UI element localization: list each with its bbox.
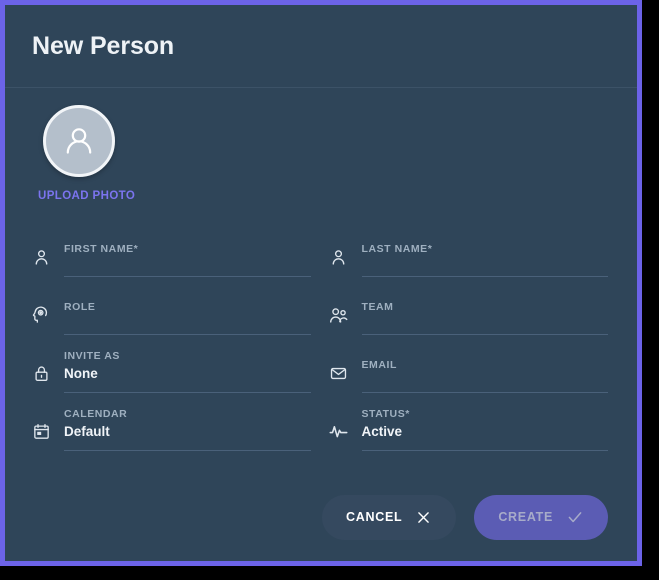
field-team[interactable]: TEAM [327,278,608,336]
close-icon [418,511,430,523]
cancel-button-label: CANCEL [346,510,403,524]
field-body: FIRST NAME* [64,243,311,277]
page-title: New Person [32,31,175,60]
field-calendar[interactable]: CALENDAR Default [29,394,311,452]
person-avatar-icon [66,128,92,154]
avatar-block: UPLOAD PHOTO [5,88,637,204]
field-status[interactable]: STATUS* Active [327,394,608,452]
field-body: LAST NAME* [361,243,608,277]
calendar-icon [29,419,53,443]
dialog-header: New Person [5,5,637,88]
field-label: TEAM [361,301,394,313]
field-body: EMAIL [361,359,608,393]
people-icon [327,303,351,327]
cancel-button[interactable]: CANCEL [322,494,457,540]
field-first-name[interactable]: FIRST NAME* [29,220,311,278]
envelope-icon [327,361,351,385]
field-email[interactable]: EMAIL [327,336,608,394]
field-value: Default [64,424,110,439]
field-label: INVITE AS [64,350,120,362]
avatar[interactable] [43,105,115,177]
lock-icon [29,361,53,385]
head-gear-icon [29,303,53,327]
field-label: CALENDAR [64,408,128,420]
field-value: None [64,366,98,381]
field-label: STATUS* [361,408,410,420]
field-last-name[interactable]: LAST NAME* [327,220,608,278]
person-form: FIRST NAME* LAST NAME* ROLE TEAM INVITE … [5,220,637,452]
field-label: ROLE [64,301,96,313]
field-invite-as[interactable]: INVITE AS None [29,336,311,394]
field-role[interactable]: ROLE [29,278,311,336]
field-value: Active [361,424,403,439]
field-body: CALENDAR Default [64,408,311,451]
person-icon [29,245,53,269]
field-body: STATUS* Active [361,408,608,451]
activity-icon [327,419,351,443]
field-body: TEAM [361,301,608,335]
person-icon [327,245,351,269]
dialog-footer: CANCEL CREATE [5,473,637,561]
create-button[interactable]: CREATE [474,494,608,540]
create-button-label: CREATE [498,510,553,524]
upload-photo-button[interactable]: UPLOAD PHOTO [38,190,135,202]
field-label: LAST NAME* [361,243,433,255]
new-person-dialog: New Person UPLOAD PHOTO FIRST NAME* LAST… [0,0,642,566]
field-label: EMAIL [361,359,397,371]
field-body: ROLE [64,301,311,335]
field-label: FIRST NAME* [64,243,139,255]
check-icon [568,512,582,523]
field-body: INVITE AS None [64,350,311,393]
